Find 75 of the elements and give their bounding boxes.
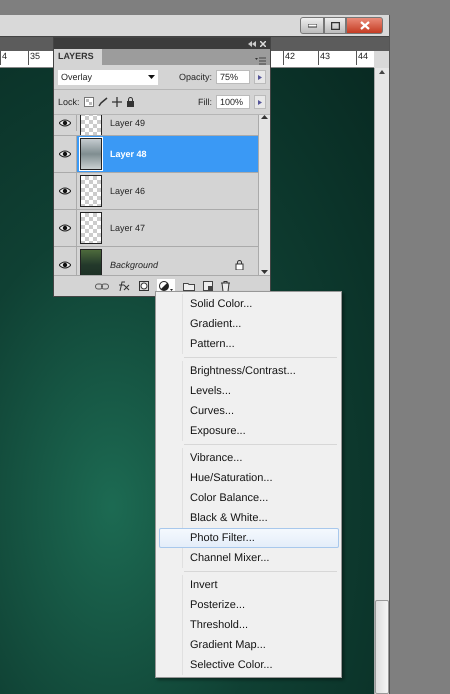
- ruler-number: 42: [283, 51, 296, 65]
- layer-name: Layer 48: [110, 149, 147, 159]
- menu-item[interactable]: Exposure...: [159, 421, 339, 441]
- menu-item[interactable]: Brightness/Contrast...: [159, 361, 339, 381]
- checkerboard-icon[interactable]: [84, 97, 94, 107]
- menu-item[interactable]: Solid Color...: [159, 294, 339, 314]
- menu-item[interactable]: Color Balance...: [159, 488, 339, 508]
- layer-name: Layer 46: [110, 186, 146, 196]
- dropdown-arrow-icon: [148, 75, 155, 79]
- layer-thumbnail: [80, 249, 102, 275]
- fill-slider-button[interactable]: [254, 95, 266, 109]
- menu-item[interactable]: Hue/Saturation...: [159, 468, 339, 488]
- trash-icon[interactable]: [220, 280, 230, 292]
- fx-icon[interactable]: [116, 281, 130, 291]
- menu-item[interactable]: Channel Mixer...: [159, 548, 339, 568]
- layer-name: Background: [110, 260, 158, 270]
- layer-row[interactable]: Layer 47: [54, 210, 258, 247]
- layer-thumbnail: [80, 212, 102, 244]
- layer-row[interactable]: Layer 46: [54, 173, 258, 210]
- close-icon: [360, 21, 370, 30]
- blend-mode-dropdown[interactable]: Overlay: [58, 70, 158, 84]
- scroll-up-icon[interactable]: [261, 115, 268, 120]
- link-icon[interactable]: [94, 282, 108, 290]
- layer-thumbnail: [80, 138, 102, 170]
- maximize-button[interactable]: [324, 17, 346, 34]
- panel-menu-icon[interactable]: [255, 57, 266, 65]
- menu-item[interactable]: Gradient...: [159, 314, 339, 334]
- layer-name: Layer 47: [110, 223, 146, 233]
- menu-item[interactable]: Photo Filter...: [159, 528, 339, 548]
- menu-item[interactable]: Vibrance...: [159, 448, 339, 468]
- minimize-icon: [308, 24, 316, 28]
- menu-item[interactable]: Invert: [159, 575, 339, 595]
- lock-icon[interactable]: [126, 97, 135, 107]
- ruler-number: 35: [28, 51, 40, 65]
- collapse-icon[interactable]: [248, 40, 256, 46]
- menu-item[interactable]: Levels...: [159, 381, 339, 401]
- menu-item[interactable]: Selective Color...: [159, 655, 339, 675]
- mask-icon[interactable]: [138, 281, 148, 291]
- arrow-icon: [258, 74, 262, 80]
- opacity-field[interactable]: 75%: [216, 70, 250, 84]
- ruler-number: 44: [356, 51, 368, 65]
- vertical-scrollbar[interactable]: [374, 68, 389, 694]
- arrow-icon: [258, 100, 262, 104]
- scroll-thumb[interactable]: [375, 600, 389, 694]
- eye-icon[interactable]: [59, 224, 71, 232]
- menu-item[interactable]: Posterize...: [159, 595, 339, 615]
- layers-tab[interactable]: LAYERS: [54, 49, 102, 65]
- minimize-button[interactable]: [300, 17, 324, 34]
- eye-icon[interactable]: [59, 261, 71, 269]
- opacity-slider-button[interactable]: [254, 70, 266, 84]
- fill-label: Fill:: [198, 97, 212, 107]
- lock-label: Lock:: [58, 97, 80, 107]
- close-button[interactable]: [346, 17, 383, 34]
- half-circle-icon: [158, 281, 172, 291]
- fill-field[interactable]: 100%: [216, 95, 250, 109]
- eye-icon[interactable]: [59, 187, 71, 195]
- move-icon[interactable]: [112, 97, 122, 107]
- new-layer-icon[interactable]: [202, 281, 212, 291]
- maximize-icon: [330, 22, 340, 30]
- menu-item[interactable]: Threshold...: [159, 615, 339, 635]
- menu-item[interactable]: Black & White...: [159, 508, 339, 528]
- layers-scrollbar[interactable]: [258, 115, 270, 275]
- ruler-number: 43: [318, 51, 330, 65]
- eye-icon[interactable]: [59, 119, 71, 127]
- close-icon[interactable]: [260, 40, 266, 46]
- eye-icon[interactable]: [59, 150, 71, 158]
- layer-thumbnail: [80, 175, 102, 207]
- layer-name: Layer 49: [110, 118, 146, 128]
- menu-item[interactable]: Gradient Map...: [159, 635, 339, 655]
- scroll-down-icon[interactable]: [261, 270, 268, 275]
- menu-item[interactable]: Pattern...: [159, 334, 339, 354]
- opacity-label: Opacity:: [178, 72, 212, 82]
- brush-icon[interactable]: [98, 97, 108, 107]
- ruler-number: 4: [0, 51, 8, 65]
- menu-item[interactable]: Curves...: [159, 401, 339, 421]
